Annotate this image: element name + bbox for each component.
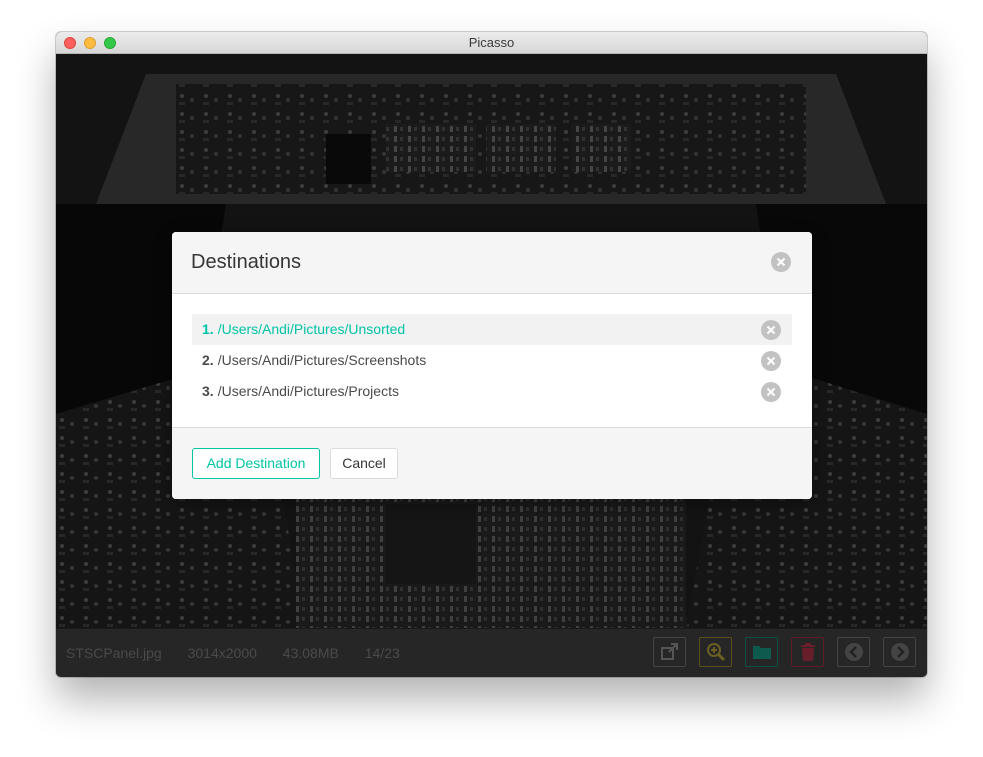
remove-destination-button[interactable] [761,320,781,340]
file-info: STSCPanel.jpg 3014x2000 43.08MB 14/23 [66,629,422,677]
destination-list: 1./Users/Andi/Pictures/Unsorted 2./Users… [192,314,792,407]
destinations-modal: Destinations 1./Users/Andi/Pictures/Unso… [172,232,812,499]
chevron-left-icon [844,643,863,661]
image-position: 14/23 [364,645,400,661]
destination-item[interactable]: 1./Users/Andi/Pictures/Unsorted [192,314,792,345]
add-destination-button[interactable]: Add Destination [192,448,320,479]
trash-icon [800,643,815,661]
destination-item[interactable]: 3./Users/Andi/Pictures/Projects [192,376,792,407]
modal-footer: Add Destination Cancel [172,427,812,499]
destination-number: 2. [202,352,214,368]
close-icon [766,356,776,366]
destination-number: 3. [202,383,214,399]
folder-button[interactable] [745,637,778,667]
destination-path: /Users/Andi/Pictures/Projects [217,383,399,399]
status-bar: STSCPanel.jpg 3014x2000 43.08MB 14/23 [56,628,927,677]
file-name: STSCPanel.jpg [66,645,162,661]
destination-item[interactable]: 2./Users/Andi/Pictures/Screenshots [192,345,792,376]
zoom-icon [706,643,725,662]
destination-path: /Users/Andi/Pictures/Unsorted [217,321,406,337]
remove-destination-button[interactable] [761,351,781,371]
previous-image-button[interactable] [837,637,870,667]
destination-path: /Users/Andi/Pictures/Screenshots [217,352,427,368]
folder-icon [752,646,771,659]
image-dimensions: 3014x2000 [187,645,257,661]
trash-button[interactable] [791,637,824,667]
chevron-right-icon [890,643,909,661]
title-bar: Picasso [56,32,927,54]
close-icon [776,257,786,267]
destination-number: 1. [202,321,214,337]
close-icon [766,325,776,335]
close-icon [766,387,776,397]
open-external-button[interactable] [653,637,686,667]
next-image-button[interactable] [883,637,916,667]
open-external-icon [660,643,678,660]
remove-destination-button[interactable] [761,382,781,402]
modal-header: Destinations [172,232,812,294]
modal-title: Destinations [191,251,302,273]
modal-close-button[interactable] [771,252,791,272]
window-title: Picasso [468,35,515,50]
file-size: 43.08MB [282,645,339,661]
zoom-button[interactable] [699,637,732,667]
cancel-button[interactable]: Cancel [330,448,398,479]
